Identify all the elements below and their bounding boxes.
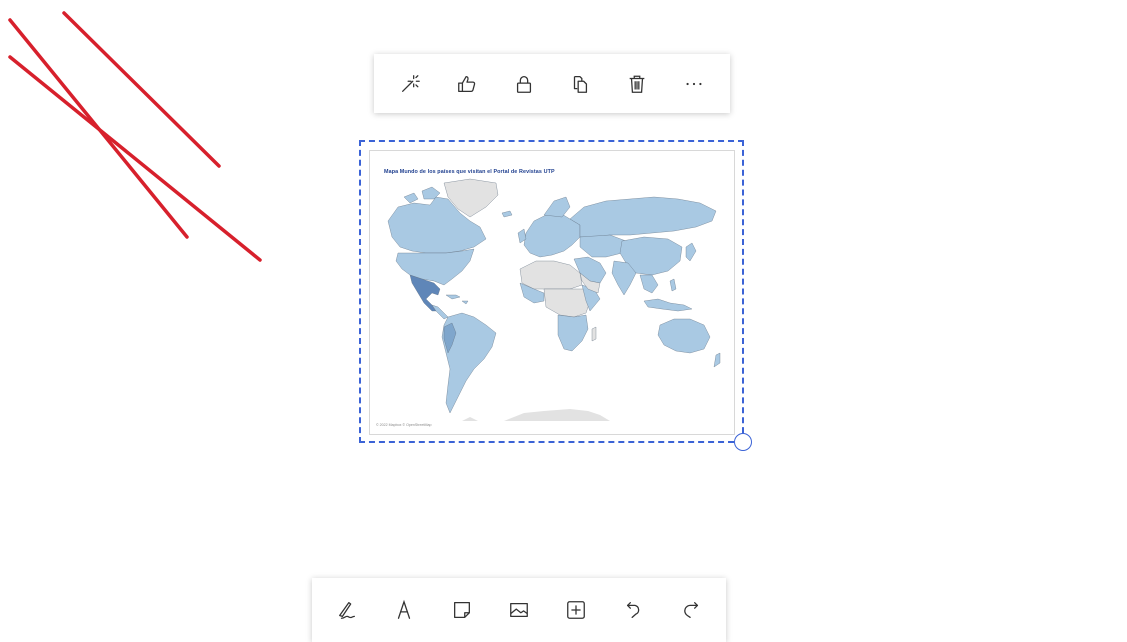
ink-strokes[interactable] [0,0,280,280]
text-button[interactable] [384,590,424,630]
thumbs-up-button[interactable] [447,64,487,104]
sticky-note-button[interactable] [442,590,482,630]
more-icon [686,82,702,85]
trash-icon [629,75,645,93]
main-toolbar [312,578,726,642]
delete-button[interactable] [617,64,657,104]
undo-icon [626,602,640,618]
context-toolbar [374,54,730,113]
sticky-note-icon [453,602,470,618]
more-options-button[interactable] [674,64,714,104]
undo-button[interactable] [614,590,654,630]
pen-button[interactable] [327,590,367,630]
image-button[interactable] [499,590,539,630]
copy-button[interactable] [560,64,600,104]
redo-button[interactable] [671,590,711,630]
text-icon [397,599,411,619]
add-button[interactable] [556,590,596,630]
add-box-icon [567,601,586,619]
lock-button[interactable] [504,64,544,104]
magic-wand-button[interactable] [390,64,430,104]
magic-wand-icon [402,74,421,92]
ink-stroke[interactable] [8,55,262,262]
selection-frame [359,140,744,443]
ink-stroke[interactable] [62,11,221,168]
resize-handle[interactable] [734,433,752,451]
copy-icon [574,75,588,93]
pen-icon [338,602,355,619]
thumbs-up-icon [458,75,476,92]
lock-icon [516,75,531,93]
redo-icon [684,602,699,618]
image-icon [510,602,528,618]
